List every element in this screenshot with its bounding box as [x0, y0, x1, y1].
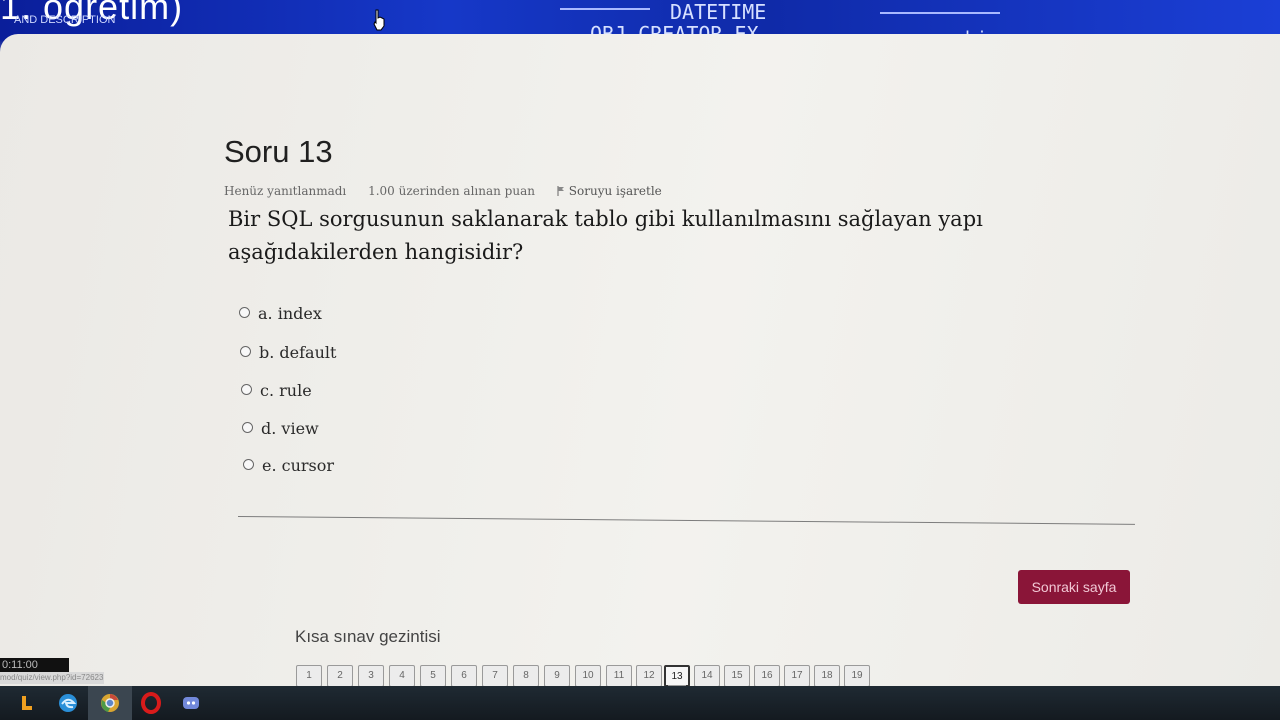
taskbar: [0, 686, 1280, 720]
banner-text-datetime: DATETIME: [670, 0, 767, 24]
answer-label: a. index: [258, 304, 322, 323]
question-status: Henüz yanıtlanmadı: [224, 184, 347, 198]
quiz-timer: 0:11:00: [0, 658, 69, 672]
edge-icon[interactable]: [57, 692, 79, 714]
nav-page-button[interactable]: 9: [544, 665, 570, 690]
answer-option-c[interactable]: c. rule: [241, 381, 312, 400]
nav-page-button[interactable]: 1: [296, 665, 322, 690]
answer-option-d[interactable]: d. view: [242, 419, 319, 438]
answer-label: c. rule: [260, 381, 312, 400]
answer-label: e. cursor: [262, 456, 335, 475]
nav-page-button[interactable]: 2: [327, 665, 353, 690]
question-points: 1.00 üzerinden alınan puan: [368, 184, 535, 198]
nav-page-button[interactable]: 14: [694, 665, 720, 690]
radio-button[interactable]: [242, 422, 253, 433]
answer-option-b[interactable]: b. default: [240, 343, 336, 362]
banner-decoration: [560, 8, 650, 10]
question-title: Soru 13: [224, 134, 333, 169]
flag-icon: [557, 186, 564, 196]
nav-page-button[interactable]: 19: [844, 665, 870, 690]
radio-button[interactable]: [240, 346, 251, 357]
flag-question-label: Soruyu işaretle: [568, 184, 662, 198]
next-page-button[interactable]: Sonraki sayfa: [1018, 570, 1130, 604]
quiz-navigation-title: Kısa sınav gezintisi: [295, 627, 441, 646]
chrome-icon[interactable]: [99, 692, 121, 714]
nav-page-button[interactable]: 6: [451, 665, 477, 690]
nav-page-button[interactable]: 15: [724, 665, 750, 690]
nav-page-button[interactable]: 11: [606, 665, 632, 690]
banner-sub-label: AND DESCRIPTION: [14, 14, 116, 26]
nav-page-button[interactable]: 4: [389, 665, 415, 690]
radio-button[interactable]: [243, 459, 254, 470]
nav-page-button[interactable]: 12: [636, 665, 662, 690]
banner-decoration: [880, 12, 1000, 14]
nav-page-button-current[interactable]: 13: [664, 665, 690, 689]
radio-button[interactable]: [241, 384, 252, 395]
answer-option-e[interactable]: e. cursor: [243, 456, 334, 475]
nav-page-button[interactable]: 10: [575, 665, 601, 690]
nav-page-button[interactable]: 16: [754, 665, 780, 690]
answer-option-a[interactable]: a. index: [239, 304, 322, 323]
hand-cursor-icon: [373, 9, 385, 31]
question-text: Bir SQL sorgusunun saklanarak tablo gibi…: [228, 207, 983, 264]
answer-label: b. default: [259, 343, 337, 362]
status-bar-url: mod/quiz/view.php?id=72623: [0, 672, 104, 684]
answer-label: d. view: [261, 419, 319, 438]
nav-page-button[interactable]: 7: [482, 665, 508, 690]
nav-page-button[interactable]: 8: [513, 665, 539, 690]
nav-page-button[interactable]: 18: [814, 665, 840, 690]
radio-button[interactable]: [239, 307, 250, 318]
nav-page-button[interactable]: 3: [358, 665, 384, 690]
flag-question-link[interactable]: Soruyu işaretle: [557, 184, 680, 198]
discord-icon[interactable]: [180, 692, 202, 714]
start-icon[interactable]: [16, 692, 38, 714]
nav-page-button[interactable]: 5: [420, 665, 446, 690]
nav-page-button[interactable]: 17: [784, 665, 810, 690]
opera-icon[interactable]: [140, 692, 162, 714]
question-info: Henüz yanıtlanmadı 1.00 üzerinden alınan…: [224, 184, 698, 198]
